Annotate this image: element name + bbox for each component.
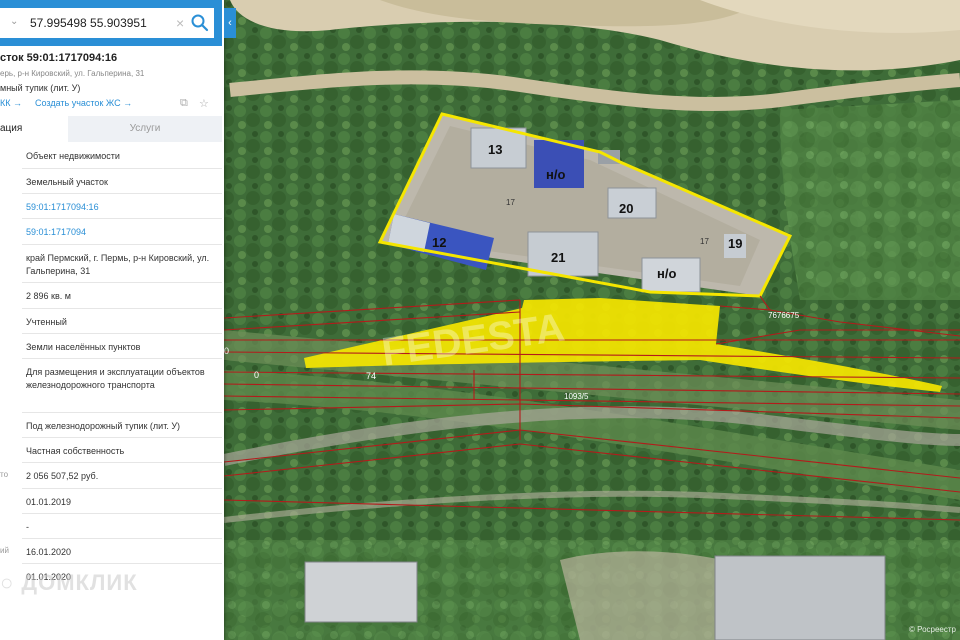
tabs: ация Услуги [0, 116, 222, 142]
row-divider [22, 168, 222, 169]
building-label-21: 21 [551, 250, 565, 265]
property-value: 2 896 кв. м [26, 291, 71, 301]
parcel-label-2: 17 [700, 237, 709, 246]
parcel-label-7: 0 [224, 346, 229, 356]
row-divider [22, 488, 222, 489]
parcel-label-3: 7676675 [768, 311, 800, 320]
row-divider [22, 513, 222, 514]
row-divider [22, 218, 222, 219]
row-divider [22, 358, 222, 359]
property-value: 01.01.2019 [26, 497, 72, 507]
row-divider [22, 282, 222, 283]
copy-icon[interactable]: ⧉ [180, 97, 188, 110]
property-value: Частная собственность [26, 446, 125, 456]
row-divider [22, 193, 222, 194]
star-icon[interactable]: ☆ [199, 97, 209, 110]
page-title: сток 59:01:1717094:16 [0, 52, 118, 64]
tab-services[interactable]: Услуги [68, 116, 222, 142]
property-value: Для размещения и эксплуатации объектов ж… [26, 367, 205, 390]
row-divider [22, 333, 222, 334]
parcel-label-1: 17 [506, 198, 515, 207]
header-subtitle: мный тупик (лит. У) [0, 83, 81, 93]
row-divider [22, 412, 222, 413]
search-box: ⌄ × [0, 8, 214, 38]
building-label-13: 13 [488, 142, 502, 157]
domclick-logo: ○ ДОМКЛИК [0, 570, 138, 595]
search-bar: ⌄ × [0, 0, 222, 46]
building-label-12: 12 [432, 235, 446, 250]
map-copyright: © Росреестр [908, 625, 956, 634]
info-panel: ⌄ × сток 59:01:1717094:16 ерь, р-н Киров… [0, 0, 224, 640]
building-label-20: 20 [619, 201, 633, 216]
property-label: ий [0, 546, 9, 555]
row-divider [22, 563, 222, 564]
building-label-no-1: н/о [546, 167, 565, 182]
create-plot-link[interactable]: Создать участок ЖС → [35, 98, 132, 108]
row-divider [22, 538, 222, 539]
row-divider [22, 462, 222, 463]
property-value: Учтенный [26, 317, 67, 327]
property-value: - [26, 522, 29, 532]
property-value: Под железнодорожный тупик (лит. У) [26, 421, 181, 431]
parcel-label-6: 0 [254, 370, 259, 380]
row-divider [22, 437, 222, 438]
collapse-panel-button[interactable]: ‹ [224, 8, 236, 38]
property-value: край Пермский, г. Пермь, р-н Кировский, … [26, 253, 210, 276]
property-label: то [0, 470, 9, 479]
row-divider [22, 308, 222, 309]
clear-icon[interactable]: × [176, 14, 184, 32]
search-icon[interactable] [190, 13, 210, 33]
property-value: Земли населённых пунктов [26, 342, 141, 352]
chevron-down-icon[interactable]: ⌄ [10, 16, 18, 27]
property-value[interactable]: 59:01:1717094 [26, 226, 216, 239]
parcel-label-5: 74 [366, 371, 376, 381]
property-value[interactable]: 59:01:1717094:16 [26, 201, 216, 214]
parcel-label-4: 1093/5 [564, 392, 589, 401]
search-input[interactable] [30, 14, 170, 32]
building-label-19: 19 [728, 236, 742, 251]
building-label-no-2: н/о [657, 266, 676, 281]
property-value: Объект недвижимости [26, 151, 120, 161]
property-value: 2 056 507,52 руб. [26, 471, 99, 481]
kk-link[interactable]: КК → [0, 98, 22, 108]
header-address: ерь, р-н Кировский, ул. Гальперина, 31 [0, 69, 145, 78]
tab-information[interactable]: ация [0, 116, 68, 142]
property-value: 16.01.2020 [26, 547, 72, 557]
property-value: Земельный участок [26, 177, 108, 187]
row-divider [22, 244, 222, 245]
